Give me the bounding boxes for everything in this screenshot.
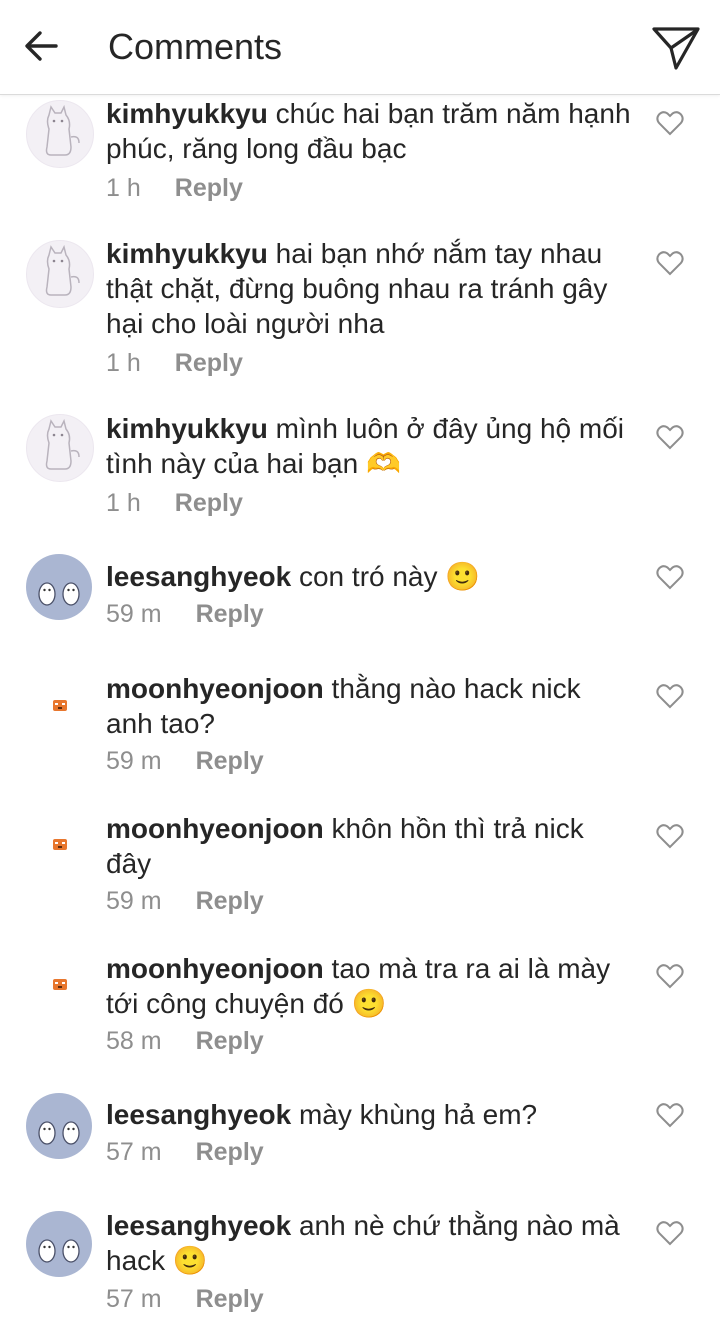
reply-button[interactable]: Reply (196, 1285, 264, 1313)
reply-button[interactable]: Reply (196, 600, 264, 628)
comment-username[interactable]: kimhyukkyu (106, 413, 268, 444)
comment-time: 57 m (106, 1285, 162, 1313)
penguin-icon (38, 1121, 80, 1145)
comment-meta: 59 m Reply (106, 887, 264, 916)
comment-username[interactable]: kimhyukkyu (106, 238, 268, 269)
alpaca-icon (45, 418, 80, 470)
comment-text: moonhyeonjoon tao mà tra ra ai là mày tớ… (106, 951, 634, 1021)
paper-plane-icon (652, 27, 700, 70)
reply-button[interactable]: Reply (175, 174, 243, 202)
comment-username[interactable]: moonhyeonjoon (106, 813, 324, 844)
comment-meta: 58 m Reply (106, 1027, 264, 1056)
avatar[interactable] (26, 1211, 92, 1277)
comment-time: 1 h (106, 174, 141, 202)
heart-icon[interactable] (656, 963, 684, 989)
avatar[interactable] (26, 414, 94, 482)
comment-time: 1 h (106, 489, 141, 517)
comment-text: leesanghyeok mày khùng hả em? (106, 1097, 634, 1132)
avatar[interactable] (26, 240, 94, 308)
comment-time: 1 h (106, 349, 141, 377)
comment-meta: 1 h Reply (106, 349, 243, 378)
reply-button[interactable]: Reply (196, 747, 264, 775)
avatar[interactable] (26, 1093, 92, 1159)
heart-icon[interactable] (656, 683, 684, 709)
comment-text: leesanghyeok anh nè chứ thằng nào mà hac… (106, 1208, 634, 1278)
comment-meta: 57 m Reply (106, 1285, 264, 1314)
heart-icon[interactable] (656, 564, 684, 590)
comment-meta: 57 m Reply (106, 1138, 264, 1167)
back-button[interactable] (20, 24, 64, 68)
page-title: Comments (108, 26, 283, 67)
arrow-left-icon (25, 31, 58, 61)
share-button[interactable] (650, 22, 702, 74)
penguin-icon (38, 582, 80, 606)
reply-button[interactable]: Reply (196, 1027, 264, 1055)
reply-button[interactable]: Reply (175, 349, 243, 377)
comment-username[interactable]: moonhyeonjoon (106, 953, 324, 984)
avatar[interactable] (26, 953, 92, 1019)
comment-meta: 1 h Reply (106, 489, 243, 518)
heart-icon[interactable] (656, 823, 684, 849)
comment-text: kimhyukkyu chúc hai bạn trăm năm hạnh ph… (106, 96, 634, 166)
comment-username[interactable]: kimhyukkyu (106, 98, 268, 129)
top-bar: Comments (0, 0, 720, 95)
heart-icon[interactable] (656, 1102, 684, 1128)
comment-time: 59 m (106, 600, 162, 628)
heart-icon[interactable] (656, 424, 684, 450)
tiger-icon (53, 700, 67, 711)
comment-body: con tró này 🙂 (298, 561, 481, 592)
comment-time: 58 m (106, 1027, 162, 1055)
heart-icon[interactable] (656, 250, 684, 276)
comment-text: moonhyeonjoon khôn hồn thì trả nick đây (106, 811, 634, 881)
comment-text: moonhyeonjoon thằng nào hack nick anh ta… (106, 671, 634, 741)
comment-meta: 59 m Reply (106, 747, 264, 776)
comment-text: kimhyukkyu hai bạn nhớ nắm tay nhau thật… (106, 236, 634, 341)
comment-time: 59 m (106, 887, 162, 915)
avatar[interactable] (26, 813, 92, 879)
comment-body: mày khùng hả em? (298, 1099, 538, 1130)
comment-meta: 1 h Reply (106, 174, 243, 203)
comment-username[interactable]: moonhyeonjoon (106, 673, 324, 704)
tiger-icon (53, 839, 67, 850)
comment-meta: 59 m Reply (106, 600, 264, 629)
heart-icon[interactable] (656, 110, 684, 136)
heart-icon[interactable] (656, 1220, 684, 1246)
comment-username[interactable]: leesanghyeok (106, 561, 291, 592)
penguin-icon (38, 1239, 80, 1263)
comment-username[interactable]: leesanghyeok (106, 1210, 291, 1241)
alpaca-icon (45, 244, 80, 296)
reply-button[interactable]: Reply (175, 489, 243, 517)
alpaca-icon (45, 104, 80, 156)
comment-list: kimhyukkyu chúc hai bạn trăm năm hạnh ph… (0, 0, 720, 1324)
comment-text: leesanghyeok con tró này 🙂 (106, 559, 634, 594)
reply-button[interactable]: Reply (196, 1138, 264, 1166)
comment-username[interactable]: leesanghyeok (106, 1099, 291, 1130)
avatar[interactable] (26, 100, 94, 168)
reply-button[interactable]: Reply (196, 887, 264, 915)
comment-text: kimhyukkyu mình luôn ở đây ủng hộ mối tì… (106, 411, 634, 481)
comment-time: 59 m (106, 747, 162, 775)
avatar[interactable] (26, 674, 92, 740)
avatar[interactable] (26, 554, 92, 620)
comment-time: 57 m (106, 1138, 162, 1166)
tiger-icon (53, 979, 67, 990)
